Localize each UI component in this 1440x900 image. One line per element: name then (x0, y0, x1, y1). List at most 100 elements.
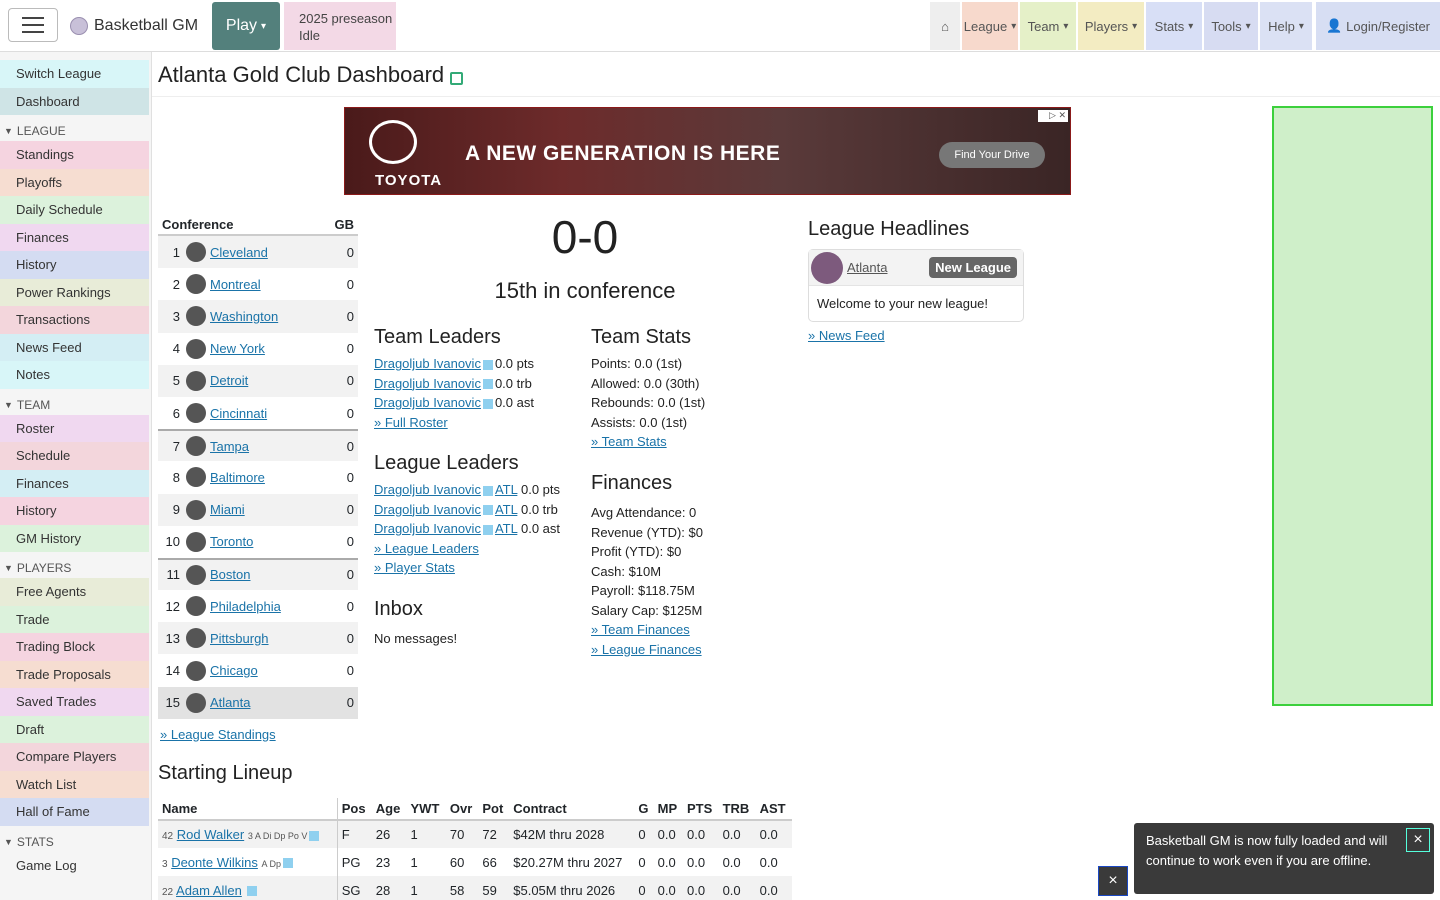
ad-close-icon[interactable]: ▷ ✕ (1038, 110, 1068, 122)
sidebar-item-daily-schedule[interactable]: Daily Schedule (0, 196, 149, 224)
leader-player-link[interactable]: Dragoljub Ivanovic (374, 502, 481, 517)
standings-team-link[interactable]: Detroit (210, 373, 334, 388)
injury-status-icon (482, 505, 493, 516)
side-ad-slot[interactable] (1272, 106, 1433, 706)
toast-close-icon[interactable]: × (1406, 828, 1430, 852)
sidebar-item-team-finances[interactable]: Finances (0, 469, 149, 497)
sidebar-item-notes[interactable]: Notes (0, 361, 149, 389)
nav-team[interactable]: Team ▾ (1020, 2, 1076, 50)
standings-team-link[interactable]: Montreal (210, 277, 334, 292)
sidebar-section-league[interactable]: ▼ LEAGUE (0, 121, 151, 141)
sidebar-item-league-finances[interactable]: Finances (0, 223, 149, 251)
lineup-column-header[interactable]: YWT (406, 798, 446, 821)
league-leaders-link[interactable]: » League Leaders (374, 541, 479, 556)
nav-league[interactable]: League ▾ (962, 2, 1018, 50)
sidebar-item-watch-list[interactable]: Watch List (0, 770, 149, 798)
leader-team-link[interactable]: ATL (495, 521, 517, 536)
sidebar-item-schedule[interactable]: Schedule (0, 442, 149, 470)
leader-team-link[interactable]: ATL (495, 502, 517, 517)
nav-tools[interactable]: Tools ▾ (1204, 2, 1258, 50)
sidebar-item-gm-history[interactable]: GM History (0, 524, 149, 552)
ad-cta-button[interactable]: Find Your Drive (939, 142, 1045, 168)
team-stats-link[interactable]: » Team Stats (591, 434, 667, 449)
standings-team-link[interactable]: Cincinnati (210, 406, 334, 421)
team-finances-link[interactable]: » Team Finances (591, 622, 690, 637)
nav-players[interactable]: Players ▾ (1078, 2, 1144, 50)
standings-team-link[interactable]: New York (210, 341, 334, 356)
sidebar-item-trading-block[interactable]: Trading Block (0, 633, 149, 661)
dismiss-all-icon[interactable]: × (1098, 866, 1128, 896)
standings-team-link[interactable]: Boston (210, 567, 334, 582)
lineup-column-header[interactable]: PTS (683, 798, 719, 821)
standings-team-link[interactable]: Baltimore (210, 470, 334, 485)
leader-player-link[interactable]: Dragoljub Ivanovic (374, 376, 481, 391)
nav-stats[interactable]: Stats ▾ (1146, 2, 1202, 50)
leader-player-link[interactable]: Dragoljub Ivanovic (374, 482, 481, 497)
lineup-column-header[interactable]: AST (755, 798, 792, 821)
leader-player-link[interactable]: Dragoljub Ivanovic (374, 356, 481, 371)
hamburger-menu-button[interactable] (8, 8, 58, 42)
sidebar-item-transactions[interactable]: Transactions (0, 306, 149, 334)
player-link[interactable]: Rod Walker (177, 827, 244, 842)
sidebar-item-team-history[interactable]: History (0, 497, 149, 525)
banner-ad[interactable]: TOYOTA A NEW GENERATION IS HERE Find You… (344, 107, 1071, 195)
league-finances-link[interactable]: » League Finances (591, 642, 702, 657)
brand-link[interactable]: Basketball GM (66, 10, 202, 42)
lineup-column-header[interactable]: Pot (478, 798, 510, 821)
lineup-column-header[interactable]: Pos (336, 798, 372, 821)
sidebar-item-hall-of-fame[interactable]: Hall of Fame (0, 798, 149, 826)
sidebar-item-trade-proposals[interactable]: Trade Proposals (0, 660, 149, 688)
external-link-icon[interactable] (450, 71, 464, 85)
standings-team-link[interactable]: Atlanta (210, 695, 334, 710)
sidebar-item-trade[interactable]: Trade (0, 605, 149, 633)
sidebar-section-team[interactable]: ▼ TEAM (0, 395, 151, 415)
sidebar-item-league-history[interactable]: History (0, 251, 149, 279)
headline-team-link[interactable]: Atlanta (847, 260, 925, 275)
team-logo-icon[interactable] (811, 251, 843, 284)
sidebar-item-power-rankings[interactable]: Power Rankings (0, 278, 149, 306)
play-button[interactable]: Play ▾ (212, 2, 280, 50)
lineup-column-header[interactable]: TRB (718, 798, 756, 821)
sidebar-section-stats[interactable]: ▼ STATS (0, 832, 151, 852)
standings-team-link[interactable]: Philadelphia (210, 599, 334, 614)
standings-team-link[interactable]: Toronto (210, 534, 334, 549)
sidebar-item-free-agents[interactable]: Free Agents (0, 578, 149, 606)
news-feed-link[interactable]: » News Feed (808, 328, 885, 343)
lineup-column-header[interactable]: MP (653, 798, 684, 821)
leader-team-link[interactable]: ATL (495, 482, 517, 497)
lineup-column-header[interactable]: Name (158, 798, 338, 821)
leader-player-link[interactable]: Dragoljub Ivanovic (374, 395, 481, 410)
standings-team-link[interactable]: Chicago (210, 663, 334, 678)
standings-team-link[interactable]: Pittsburgh (210, 631, 334, 646)
season-status[interactable]: 2025 preseason Idle (284, 2, 396, 50)
standings-team-link[interactable]: Washington (210, 309, 334, 324)
sidebar-item-standings[interactable]: Standings (0, 141, 149, 169)
standings-team-link[interactable]: Miami (210, 502, 334, 517)
full-roster-link[interactable]: » Full Roster (374, 415, 448, 430)
sidebar-item-game-log[interactable]: Game Log (0, 852, 149, 880)
player-stats-link[interactable]: » Player Stats (374, 560, 455, 575)
sidebar-item-dashboard[interactable]: Dashboard (0, 87, 149, 115)
lineup-column-header[interactable]: Ovr (445, 798, 479, 821)
sidebar-item-switch-league[interactable]: Switch League (0, 60, 149, 88)
leader-player-link[interactable]: Dragoljub Ivanovic (374, 521, 481, 536)
sidebar-item-news-feed[interactable]: News Feed (0, 333, 149, 361)
sidebar-item-roster[interactable]: Roster (0, 414, 149, 442)
lineup-column-header[interactable]: Contract (509, 798, 635, 821)
sidebar-section-players[interactable]: ▼ PLAYERS (0, 558, 151, 578)
sidebar-item-playoffs[interactable]: Playoffs (0, 168, 149, 196)
season-label: 2025 preseason (299, 11, 393, 26)
standings-team-link[interactable]: Tampa (210, 439, 334, 454)
lineup-column-header[interactable]: G (634, 798, 654, 821)
lineup-column-header[interactable]: Age (371, 798, 407, 821)
sidebar-item-saved-trades[interactable]: Saved Trades (0, 688, 149, 716)
league-standings-link[interactable]: » League Standings (160, 727, 276, 742)
login-register-button[interactable]: 👤 Login/Register (1316, 2, 1440, 50)
standings-team-link[interactable]: Cleveland (210, 245, 334, 260)
sidebar-item-draft[interactable]: Draft (0, 715, 149, 743)
home-button[interactable]: ⌂ (930, 2, 960, 50)
player-link[interactable]: Adam Allen (176, 883, 242, 898)
player-link[interactable]: Deonte Wilkins (171, 855, 258, 870)
sidebar-item-compare-players[interactable]: Compare Players (0, 743, 149, 771)
nav-help[interactable]: Help ▾ (1260, 2, 1312, 50)
